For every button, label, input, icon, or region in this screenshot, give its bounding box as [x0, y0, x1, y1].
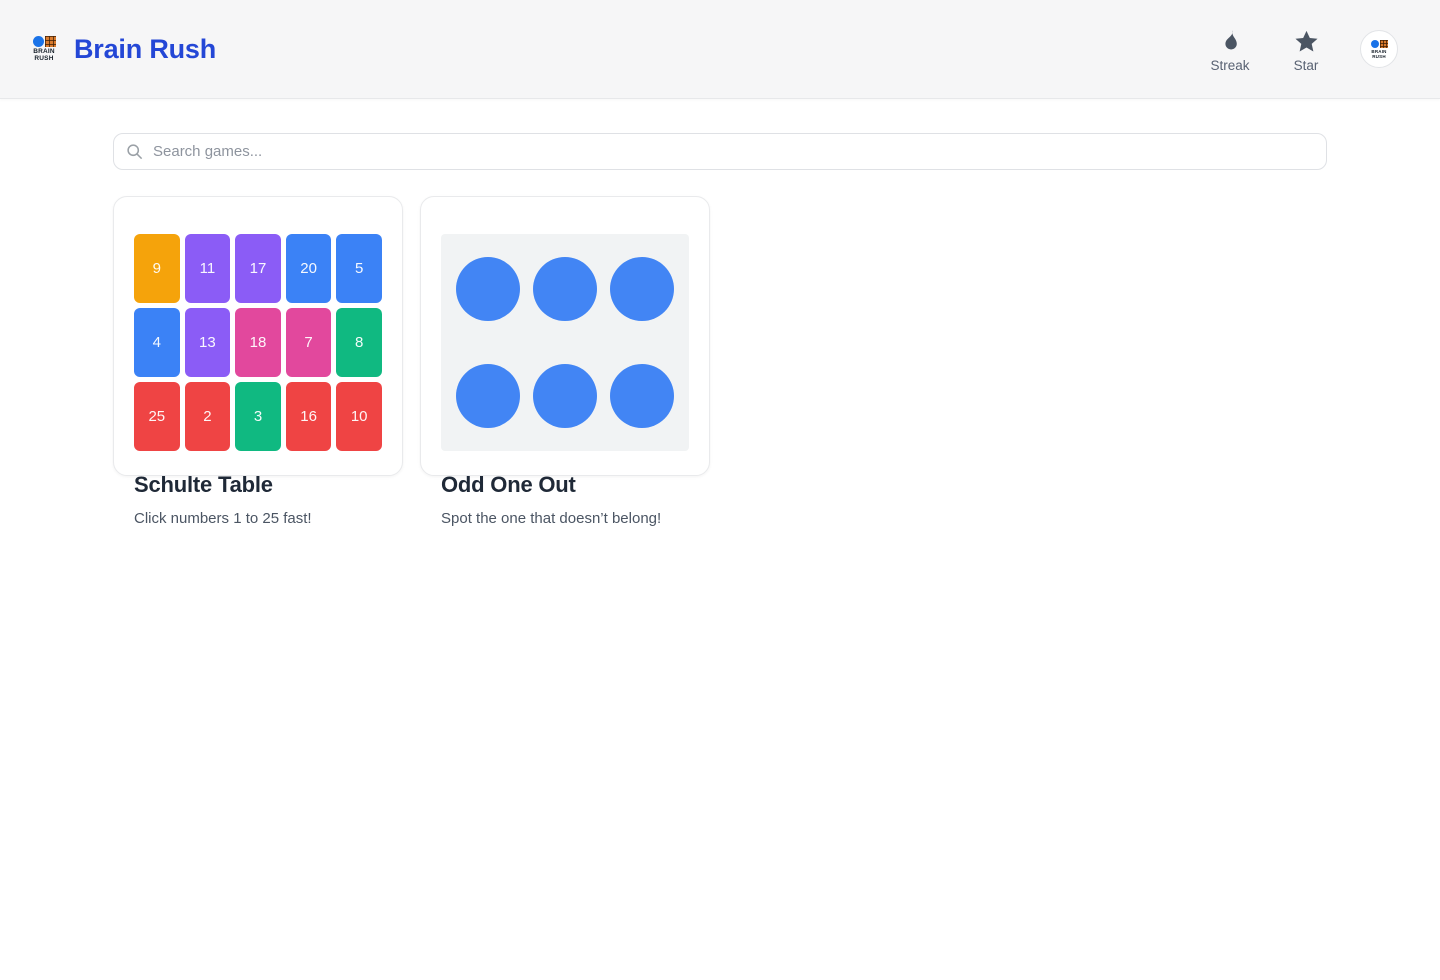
schulte-tile-2: 2 — [184, 382, 231, 451]
star-button[interactable]: Star — [1276, 26, 1336, 73]
logo-wordmark: BRAIN RUSH — [33, 48, 55, 62]
main-content: 91117205 4131878 25231610 Schulte Table Cl… — [113, 133, 1327, 527]
odd-one-out-thumbnail — [441, 234, 689, 451]
schulte-tile-9: 9 — [134, 234, 180, 303]
schulte-tile-20: 20 — [285, 234, 332, 303]
avatar-logo-wordmark: BRAIN RUSH — [1371, 48, 1387, 59]
streak-button[interactable]: Streak — [1200, 25, 1260, 73]
odd-one-out-circle-3 — [610, 257, 675, 322]
avatar-logo-grid-icon — [1379, 39, 1388, 48]
game-subtitle: Click numbers 1 to 25 fast! — [134, 510, 312, 527]
star-icon — [1294, 30, 1318, 51]
app-header: BRAIN RUSH Brain Rush Streak Star BRAIN … — [0, 0, 1440, 99]
avatar-logo-shapes — [1370, 39, 1388, 48]
search-bar — [113, 133, 1327, 170]
avatar-logo: BRAIN RUSH — [1368, 39, 1390, 59]
odd-one-out-circle-1 — [455, 257, 520, 322]
streak-label: Streak — [1210, 58, 1250, 73]
game-card-schulte-table[interactable]: 9 11 17 20 5 4 13 18 7 8 25 2 3 16 10 Schulte Table Cl… — [113, 196, 403, 527]
odd-one-out-circle-4 — [455, 363, 520, 428]
avatar-logo-brain-icon — [1370, 39, 1379, 48]
avatar[interactable]: BRAIN RUSH — [1360, 30, 1398, 68]
schulte-grid: 9 11 17 20 5 4 13 18 7 8 25 2 3 16 10 — [134, 234, 382, 451]
game-title: Schulte Table — [134, 472, 273, 497]
odd-one-out-circle-6 — [610, 363, 675, 428]
schulte-tile-3: 3 — [235, 382, 281, 451]
schulte-tile-16: 16 — [285, 382, 332, 451]
page-title: Brain Rush — [74, 33, 217, 64]
schulte-tile-18: 18 — [235, 308, 281, 377]
schulte-tile-17: 17 — [235, 234, 281, 303]
schulte-tile-10: 10 — [336, 382, 382, 451]
logo-brain-icon — [32, 36, 44, 47]
schulte-tile-7: 7 — [285, 308, 332, 377]
schulte-tile-5: 5 — [336, 234, 382, 303]
game-subtitle: Spot the one that doesn’t belong! — [441, 510, 662, 527]
game-card-odd-one-out[interactable]: Odd One Out Spot the one that doesn’t be… — [420, 196, 710, 527]
logo-grid-icon — [44, 36, 56, 47]
odd-one-out-circle-2 — [532, 257, 597, 322]
brand-home-link[interactable]: BRAIN RUSH Brain Rush — [30, 34, 216, 65]
flame-icon — [1225, 30, 1237, 50]
search-input[interactable] — [153, 143, 1314, 160]
schulte-tile-25: 25 — [134, 382, 180, 451]
odd-one-out-circle-5 — [532, 363, 597, 428]
game-title: Odd One Out — [441, 472, 576, 497]
schulte-tile-4: 4 — [134, 308, 180, 377]
schulte-tile-8: 8 — [336, 308, 382, 377]
search-icon — [127, 144, 143, 160]
star-label: Star — [1293, 57, 1319, 73]
schulte-tile-11: 11 — [184, 234, 231, 303]
schulte-tile-13: 13 — [184, 308, 231, 377]
logo-shapes — [32, 36, 56, 47]
app-logo: BRAIN RUSH — [30, 36, 58, 62]
game-card-list: 9 11 17 20 5 4 13 18 7 8 25 2 3 16 10 Schulte Table Cl… — [113, 196, 1327, 527]
header-actions: Streak Star BRAIN RUSH — [1200, 25, 1398, 73]
